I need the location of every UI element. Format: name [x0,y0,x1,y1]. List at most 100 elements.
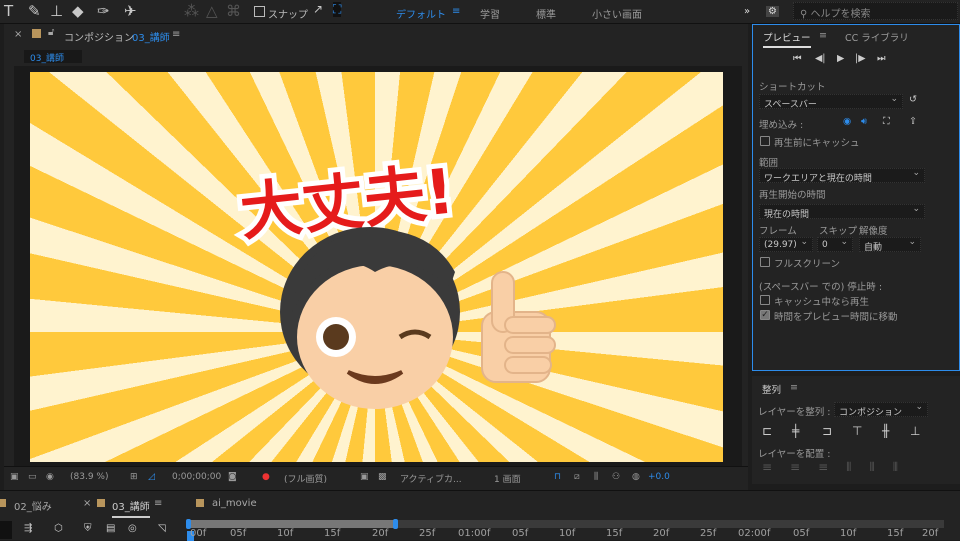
resolution-dropdown[interactable]: (フル画質) [284,472,327,485]
exposure-value[interactable]: +0.0 [648,472,670,482]
ruler-tick: 10f [559,528,576,539]
comp-flowchart-icon[interactable]: ⇶ [24,523,32,534]
align-right-icon[interactable]: ⊐ [822,424,832,438]
puppet-pin-icon[interactable]: ✈ [124,2,137,20]
comp-breadcrumb[interactable]: 03_講師 [24,50,82,64]
work-area-end-handle[interactable] [393,519,398,529]
timeline-tab-ai-movie[interactable]: ai_movie [212,498,257,509]
resolution-dropdown[interactable]: 自動 [859,237,921,253]
panel-menu-icon[interactable]: ≡ [172,29,180,40]
skip-dropdown[interactable]: 0 [817,237,853,252]
composition-canvas[interactable]: 大丈夫! [30,72,723,462]
lock-icon[interactable]: 🔓︎ [48,27,54,38]
ruler-tick: 20f [922,528,939,539]
view-layout-dropdown[interactable]: 1 画面 [494,472,521,485]
camera-dropdown[interactable]: アクティブカ... [400,472,462,485]
align-vcenter-icon[interactable]: ╫ [882,424,889,438]
align-to-dropdown[interactable]: コンポジション [834,402,928,418]
video-toggle-icon[interactable]: ◉ [843,116,851,127]
next-frame-button[interactable]: |▶ [855,53,866,64]
zoom-dropdown[interactable]: (83.9 %) [70,472,108,482]
distribute-label: レイヤーを配置 : [758,449,831,460]
close-tab-icon[interactable]: × [83,498,91,509]
timecode[interactable]: 0;00;00;00 [172,472,221,482]
align-hcenter-icon[interactable]: ╪ [792,424,799,438]
flowchart-icon[interactable]: ⚇ [612,472,620,482]
reset-icon[interactable]: ↺ [909,94,917,105]
work-area-bar[interactable] [188,520,396,528]
region-of-interest-icon[interactable]: ◿ [148,472,155,482]
shy-icon[interactable]: ⛨ [84,523,92,534]
fast-preview-icon[interactable]: ▣ [360,472,369,482]
timeline-tab-03[interactable]: 03_講師 [112,498,150,518]
exposure-icon[interactable]: ◍ [632,472,640,482]
align-left-icon[interactable]: ⊏ [762,424,772,438]
export-icon[interactable]: ⇪ [909,116,917,127]
snapshot-icon[interactable]: ◙ [228,472,237,482]
toggle-pixel-icon[interactable]: ⊓ [554,472,561,482]
workspace-small-screen[interactable]: 小さい画面 [592,6,642,21]
channel-icon[interactable]: ● [262,472,270,482]
timeline-menu-icon[interactable]: ≡ [154,498,162,509]
clone-stamp-icon[interactable]: ⊥ [50,2,63,20]
first-frame-button[interactable]: ⏮ [793,53,802,64]
preview-menu-icon[interactable]: ≡ [819,30,827,41]
workspace-menu-icon[interactable]: ≡ [452,6,460,17]
brush-tool-icon[interactable]: ✎ [28,2,41,20]
cache-play-label: キャッシュ中なら再生 [774,297,870,308]
draft-3d-icon[interactable]: ⬡ [54,523,63,534]
ruler-tick: 15f [887,528,904,539]
grid-icon[interactable]: ⊞ [130,472,138,482]
fullscreen-label: フルスクリーン [774,259,841,270]
sync-settings-icon[interactable]: ⚙ [766,6,779,17]
ruler-tick: 20f [653,528,670,539]
snap-grid-icon[interactable]: ⛶ [333,2,342,17]
snap-arrow-icon[interactable]: ↗ [313,2,323,16]
eraser-icon[interactable]: ◆ [72,2,84,20]
help-search-input[interactable]: ⚲ ヘルプを検索 [793,2,958,20]
cache-before-checkbox[interactable] [760,136,770,146]
timeline-tab-02[interactable]: 02_悩み [14,498,52,513]
workspace-learn[interactable]: 学習 [480,6,500,21]
play-from-dropdown[interactable]: 現在の時間 [759,204,925,220]
graph-editor-icon[interactable]: ◹ [158,523,166,534]
fullscreen-checkbox[interactable] [760,257,770,267]
previous-frame-button[interactable]: ◀| [815,53,826,64]
axis-local-icon[interactable]: ⁂ [184,2,199,20]
last-frame-button[interactable]: ⏭ [877,53,886,64]
frame-rate-dropdown[interactable]: (29.97) [759,237,813,252]
comp-name[interactable]: 03_講師 [132,29,170,44]
move-time-checkbox[interactable]: ✓ [760,310,770,320]
tab-preview[interactable]: プレビュー [763,30,811,48]
align-top-icon[interactable]: ⊤ [852,424,862,438]
ruler-tick: 25f [700,528,717,539]
roto-brush-icon[interactable]: ✑ [97,2,110,20]
axis-world-icon[interactable]: △ [206,2,218,20]
timeline-icon[interactable]: ⫼ [594,472,598,482]
shortcut-dropdown[interactable]: スペースバー [759,94,903,110]
distribute-icons[interactable]: ≡≡≡⦀⦀⦀ [762,460,916,475]
audio-toggle-icon[interactable]: 🔊︎ [861,116,867,127]
overlay-toggle-icon[interactable]: ⛶ [883,116,890,127]
always-preview-icon[interactable]: ▣ [10,472,19,482]
workspace-standard[interactable]: 標準 [536,6,556,21]
transparency-grid-icon[interactable]: ▩ [378,472,387,482]
align-bottom-icon[interactable]: ⊥ [910,424,920,438]
workspace-default[interactable]: デフォルト [396,6,446,21]
cache-play-checkbox[interactable] [760,295,770,305]
tab-cc-libraries[interactable]: CC ライブラリ [845,30,909,44]
motion-blur-icon[interactable]: ◎ [128,523,137,534]
type-tool-icon[interactable]: T [4,2,13,20]
more-workspaces-button[interactable]: » [744,6,750,17]
range-dropdown[interactable]: ワークエリアと現在の時間 [759,168,925,184]
close-panel-icon[interactable]: × [14,29,22,40]
play-button[interactable]: ▶ [837,53,844,64]
mask-icon[interactable]: ◉ [46,472,54,482]
align-menu-icon[interactable]: ≡ [790,382,798,393]
snap-checkbox[interactable] [254,6,265,17]
axis-view-icon[interactable]: ⌘ [226,2,241,20]
reset-exposure-icon[interactable]: ⧄ [574,472,580,482]
monitor-icon[interactable]: ▭ [28,472,37,482]
timecode-field[interactable] [0,521,12,539]
frame-blend-icon[interactable]: ▤ [106,523,115,534]
